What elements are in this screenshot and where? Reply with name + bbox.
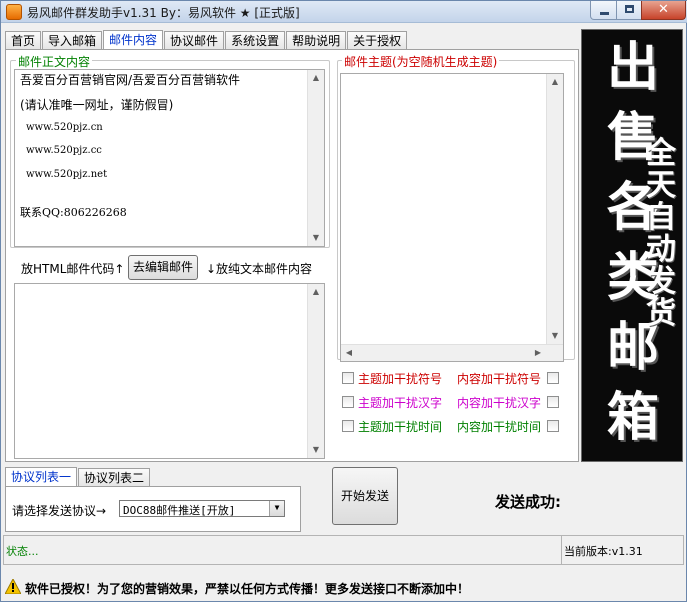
ad-text: 发 (646, 264, 676, 299)
plain-text-label: ↓放纯文本邮件内容 (206, 262, 313, 276)
plain-text-scrollbar[interactable]: ▲ ▼ (307, 284, 324, 458)
scroll-down-icon[interactable]: ▼ (308, 442, 324, 458)
body-group-label: 邮件正文内容 (16, 53, 93, 70)
subject-vscrollbar[interactable]: ▲ ▼ (546, 74, 563, 344)
protocol-panel: 请选择发送协议→ DOC88邮件推送[开放] ▼ (5, 486, 301, 532)
tab-about-license[interactable]: 关于授权 (347, 31, 408, 51)
subject-time-checkbox[interactable] (342, 420, 354, 432)
subject-time-label: 主题加干扰时间 (358, 420, 443, 434)
body-line: www.520pjz.net (26, 169, 108, 180)
subject-hanzi-checkbox[interactable] (342, 396, 354, 408)
content-time-label: 内容加干扰时间 (457, 420, 542, 434)
body-line: www.520pjz.cn (26, 122, 103, 133)
tab-help[interactable]: 帮助说明 (286, 31, 347, 51)
subject-textbox[interactable]: ▲ ▼ ◀ ▶ (340, 73, 564, 362)
scroll-up-icon[interactable]: ▲ (308, 284, 324, 300)
subject-group-label: 邮件主题(为空随机生成主题) (342, 53, 500, 70)
send-result-text: 发送成功: (495, 493, 561, 511)
body-textbox[interactable]: 吾爱百分百营销官网/吾爱百分百营销软件 (请认准唯一网址，谨防假冒) www.5… (14, 69, 325, 247)
scroll-right-icon[interactable]: ▶ (530, 345, 546, 361)
body-scrollbar[interactable]: ▲ ▼ (307, 70, 324, 246)
warning-icon (5, 579, 21, 594)
version-text: 当前版本:v1.31 (564, 545, 643, 558)
ad-text: 自 (646, 200, 676, 235)
status-text: 状态... (6, 545, 39, 558)
scroll-up-icon[interactable]: ▲ (547, 74, 563, 90)
content-hanzi-checkbox[interactable] (547, 396, 559, 408)
content-symbol-label: 内容加干扰符号 (457, 372, 542, 386)
content-time-checkbox[interactable] (547, 420, 559, 432)
content-hanzi-label: 内容加干扰汉字 (457, 396, 542, 410)
window-title: 易风邮件群发助手v1.31 By：易风软件 ★ [正式版] (27, 6, 300, 20)
maximize-button[interactable] (616, 1, 642, 20)
protocol-select[interactable]: DOC88邮件推送[开放] ▼ (119, 500, 285, 517)
app-icon (6, 4, 22, 20)
close-button[interactable]: ✕ (641, 1, 686, 20)
body-line: (请认准唯一网址，谨防假冒) (20, 98, 174, 112)
ad-text: 出 (606, 37, 659, 98)
close-icon: ✕ (658, 2, 669, 17)
scroll-left-icon[interactable]: ◀ (341, 345, 357, 361)
subject-symbol-checkbox[interactable] (342, 372, 354, 384)
protocol-selected-value: DOC88邮件推送[开放] (123, 504, 236, 517)
app-window: 易风邮件群发助手v1.31 By：易风软件 ★ [正式版] ✕ 首页 导入邮箱 邮件… (0, 0, 687, 602)
ad-text: 天 (646, 168, 676, 203)
edit-mail-button[interactable]: 去编辑邮件 (128, 255, 198, 280)
ad-text: 全 (646, 136, 676, 171)
start-send-button[interactable]: 开始发送 (332, 467, 398, 525)
protocol-tabs: 协议列表一 协议列表二 (5, 466, 151, 489)
body-line: www.520pjz.cc (26, 145, 102, 156)
scroll-up-icon[interactable]: ▲ (308, 70, 324, 86)
title-bar[interactable]: 易风邮件群发助手v1.31 By：易风软件 ★ [正式版] ✕ (1, 1, 687, 23)
mail-content-page: 邮件正文内容 吾爱百分百营销官网/吾爱百分百营销软件 (请认准唯一网址，谨防假冒… (5, 49, 579, 462)
plain-text-textbox[interactable]: ▲ ▼ (14, 283, 325, 459)
ad-banner: 出 售 各 类 邮 箱 全 天 自 动 发 货 (581, 29, 683, 462)
tab-protocol-mail[interactable]: 协议邮件 (164, 31, 225, 51)
ad-text: 货 (646, 296, 676, 331)
status-divider (561, 536, 562, 564)
body-line: 吾爱百分百营销官网/吾爱百分百营销软件 (20, 73, 241, 87)
content-symbol-checkbox[interactable] (547, 372, 559, 384)
warning-text: 软件已授权！为了您的营销效果，严禁以任何方式传播！更多发送接口不断添加中！ (25, 582, 470, 596)
scroll-down-icon[interactable]: ▼ (547, 328, 563, 344)
ad-text: 箱 (606, 387, 659, 448)
minimize-button[interactable] (590, 1, 617, 20)
ad-text: 动 (646, 232, 676, 267)
scroll-down-icon[interactable]: ▼ (308, 230, 324, 246)
tab-home[interactable]: 首页 (5, 31, 42, 51)
body-line: 联系QQ:806226268 (20, 206, 127, 219)
subject-hanzi-label: 主题加干扰汉字 (358, 396, 443, 410)
minimize-icon (600, 12, 609, 15)
subject-symbol-label: 主题加干扰符号 (358, 372, 443, 386)
maximize-icon (625, 5, 634, 13)
status-bar: 状态... 当前版本:v1.31 (3, 535, 684, 565)
main-tabs: 首页 导入邮箱 邮件内容 协议邮件 系统设置 帮助说明 关于授权 (5, 29, 408, 52)
protocol-select-label: 请选择发送协议→ (12, 504, 107, 518)
subject-hscrollbar[interactable]: ◀ ▶ (341, 344, 563, 361)
chevron-down-icon[interactable]: ▼ (269, 501, 284, 516)
warning-bar: 软件已授权！为了您的营销效果，严禁以任何方式传播！更多发送接口不断添加中！ (3, 574, 684, 601)
html-code-label: 放HTML邮件代码↑ (21, 262, 125, 276)
tab-import-mailbox[interactable]: 导入邮箱 (42, 31, 103, 51)
tab-protocol-list-2[interactable]: 协议列表二 (78, 468, 151, 488)
tab-system-settings[interactable]: 系统设置 (225, 31, 286, 51)
